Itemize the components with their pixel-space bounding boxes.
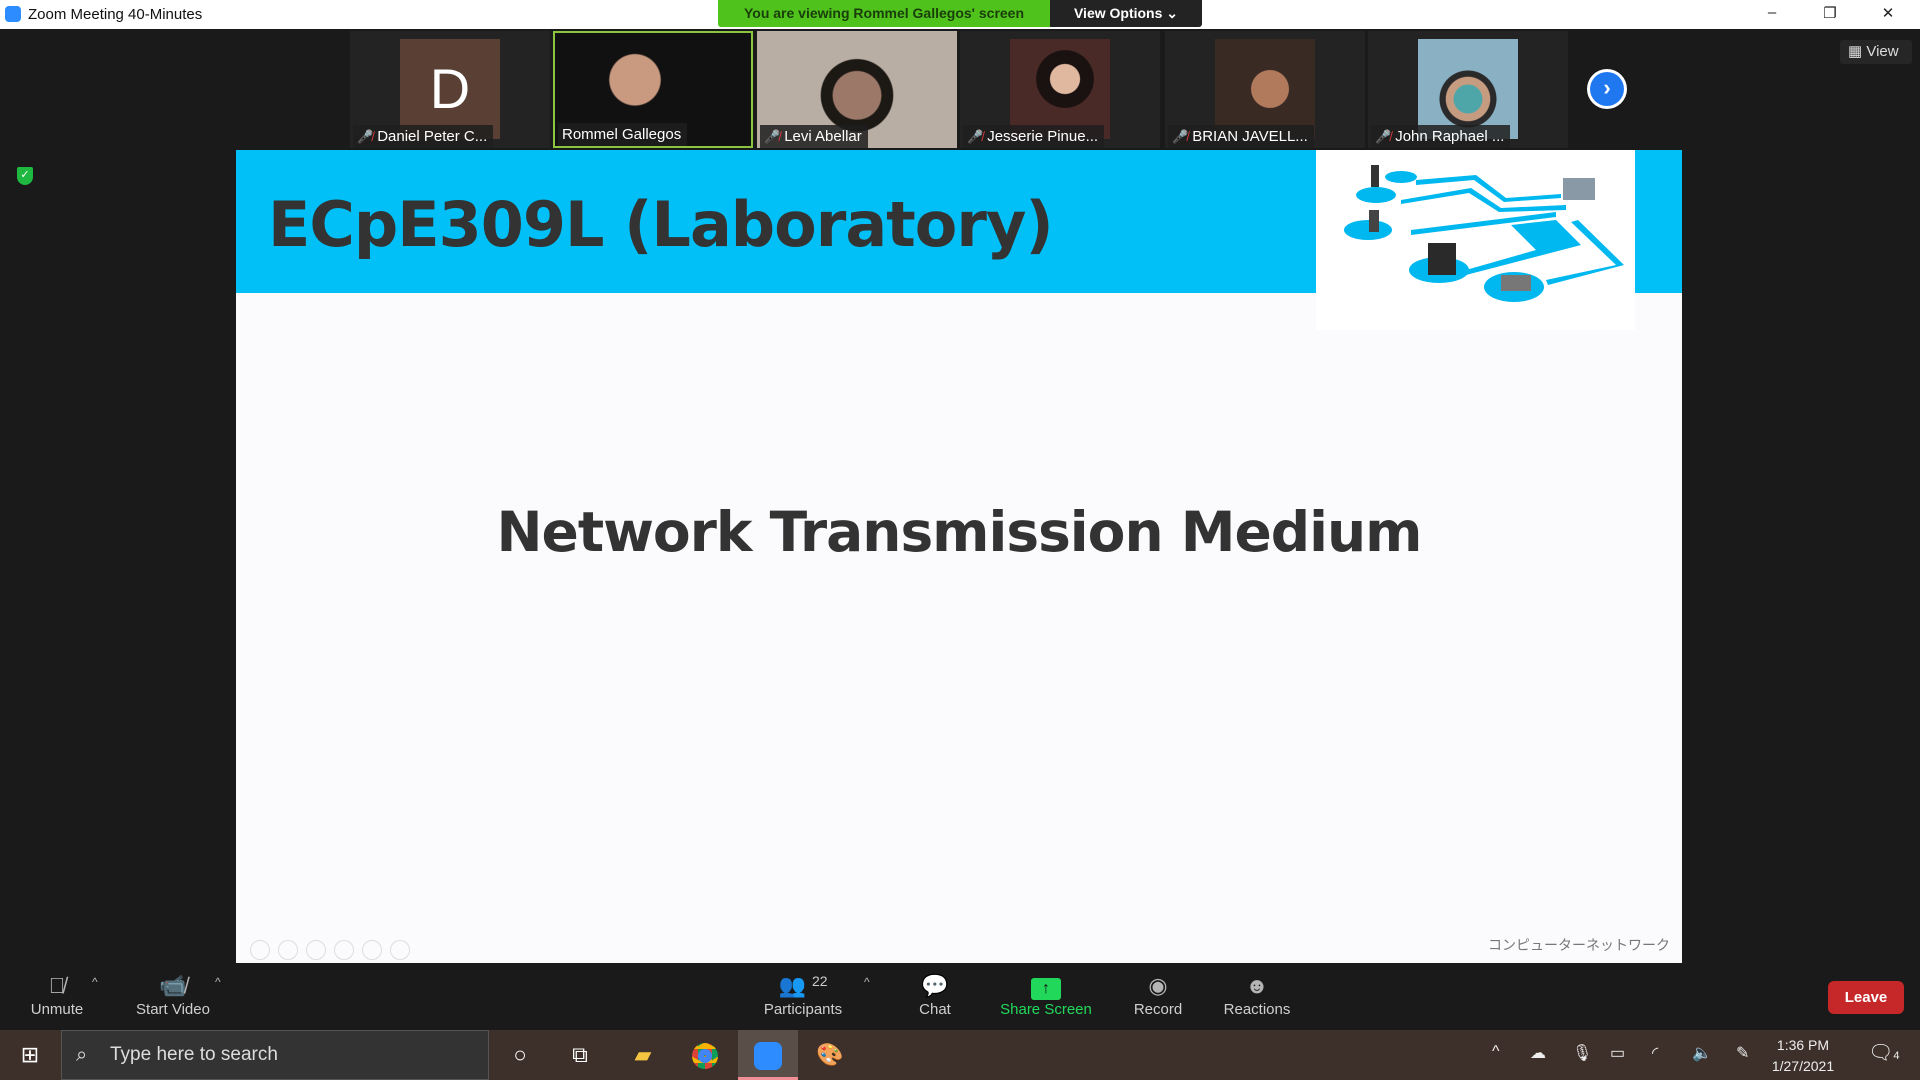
chat-button[interactable]: 💬 Chat [905,963,965,1030]
chrome-icon[interactable] [680,1030,730,1080]
participant-name: Daniel Peter C... [377,128,488,145]
more-icon[interactable] [390,940,410,960]
slides-icon[interactable] [334,940,354,960]
participant-tile-active[interactable]: Rommel Gallegos [553,31,753,148]
slide-header-band-right [1635,150,1682,293]
restore-button[interactable]: ❐ [1818,4,1842,24]
participant-tile[interactable]: 🎤̸ Levi Abellar [757,31,957,148]
search-icon: ⌕ [76,1044,88,1066]
cortana-icon[interactable]: ○ [495,1030,545,1080]
participant-name: Levi Abellar [784,128,862,145]
onedrive-icon[interactable]: ☁ [1530,1043,1546,1063]
muted-mic-icon: 🎤̸ [967,129,984,144]
video-options-caret[interactable]: ^ [215,975,221,989]
notification-count: 4 [1893,1050,1900,1062]
muted-mic-icon: 🎤̸ [764,129,781,144]
reactions-label: Reactions [1223,1001,1291,1018]
participant-tile[interactable]: 🎤̸ Jesserie Pinue... [960,31,1160,148]
muted-mic-icon: 🎤̸ [1375,129,1392,144]
zoom-logo-icon [5,6,21,22]
start-video-button[interactable]: 📹̸ Start Video [128,963,218,1030]
notifications-icon[interactable]: 🗨4 [1868,1040,1900,1065]
participant-name: John Raphael ... [1395,128,1505,145]
participant-tile[interactable]: 🎤̸ BRIAN JAVELL... [1165,31,1365,148]
battery-icon[interactable]: ▭ [1610,1043,1625,1063]
chat-label: Chat [919,1001,951,1018]
shared-screen-slide: ECpE309L (Laboratory) Network Transmissi… [236,150,1682,963]
record-label: Record [1133,1001,1183,1018]
encryption-shield-icon[interactable]: ✓ [17,167,33,185]
participant-name: Rommel Gallegos [562,126,682,143]
chat-icon: 💬 [921,973,949,998]
zoom-icon[interactable] [362,940,382,960]
share-screen-button[interactable]: ↑ Share Screen [996,963,1096,1030]
clock[interactable]: 1:36 PM 1/27/2021 [1768,1035,1838,1077]
participant-name: BRIAN JAVELL... [1192,128,1308,145]
participants-caret[interactable]: ^ [864,975,870,989]
minimize-button[interactable]: – [1760,4,1784,24]
avatar: D [400,39,500,139]
taskbar-search-input[interactable]: ⌕ Type here to search [61,1030,489,1080]
start-video-label: Start Video [136,1001,210,1018]
network-diagram-image [1316,150,1635,330]
audio-options-caret[interactable]: ^ [92,975,98,989]
avatar [1215,39,1315,139]
paint-icon[interactable]: 🎨 [805,1030,855,1080]
task-view-icon[interactable]: ⧉ [555,1030,605,1080]
slide-subtitle: Network Transmission Medium [496,500,1423,564]
file-explorer-icon[interactable]: ▰ [618,1030,668,1080]
participant-name: Jesserie Pinue... [987,128,1099,145]
muted-mic-icon: 🎤̸ [1172,129,1189,144]
participant-count: 22 [811,973,828,989]
leave-button[interactable]: Leave [1828,981,1904,1014]
volume-icon[interactable]: 🔈 [1692,1043,1712,1063]
window-title: Zoom Meeting 40-Minutes [28,6,203,23]
unmute-button[interactable]: 🎙̸ Unmute [17,963,97,1030]
wifi-icon[interactable]: ◜ [1652,1043,1658,1063]
next-page-button[interactable]: › [1587,69,1627,109]
previous-slide-icon[interactable] [250,940,270,960]
share-screen-label: Share Screen [1000,1001,1092,1018]
next-slide-icon[interactable] [278,940,298,960]
unmute-label: Unmute [30,1001,84,1018]
share-screen-icon: ↑ [1031,978,1061,1000]
avatar [1418,39,1518,139]
view-button[interactable]: ▦ View [1840,40,1912,64]
grid-icon: ▦ [1848,43,1867,60]
participants-button[interactable]: 👥 22 Participants [756,963,850,1030]
participants-label: Participants [763,1001,843,1018]
pen-icon[interactable] [306,940,326,960]
video-off-icon: 📹̸ [159,973,187,998]
record-button[interactable]: ◉ Record [1123,963,1193,1030]
chevron-right-icon: › [1590,72,1624,106]
participants-icon: 👥 [778,973,806,998]
record-icon: ◉ [1148,973,1168,998]
participant-tile[interactable]: D 🎤̸ Daniel Peter C... [350,31,550,148]
slide-title: ECpE309L (Laboratory) [268,188,1054,261]
avatar [1010,39,1110,139]
zoom-taskbar-icon[interactable] [738,1030,798,1080]
windows-start-icon[interactable]: ⊞ [5,1030,55,1080]
show-hidden-icons[interactable]: ^ [1492,1043,1500,1061]
reactions-button[interactable]: ☻ Reactions [1212,963,1302,1030]
reactions-icon: ☻ [1245,973,1269,998]
view-label: View [1866,43,1899,60]
search-placeholder: Type here to search [110,1044,278,1065]
close-button[interactable]: ✕ [1876,4,1900,24]
pen-workspace-icon[interactable]: ✎ [1736,1043,1749,1063]
participant-tile[interactable]: 🎤̸ John Raphael ... [1368,31,1568,148]
muted-mic-icon: 🎙̸ [48,973,66,998]
muted-mic-icon: 🎤̸ [357,129,374,144]
screen-share-banner: You are viewing Rommel Gallegos' screen [718,0,1050,27]
date: 1/27/2021 [1771,1058,1835,1074]
view-options-button[interactable]: View Options ⌄ [1050,0,1202,27]
time: 1:36 PM [1776,1037,1830,1053]
microphone-icon[interactable]: 🎙 [1572,1043,1592,1063]
slide-footer-text: コンピューターネットワーク [1488,937,1670,953]
